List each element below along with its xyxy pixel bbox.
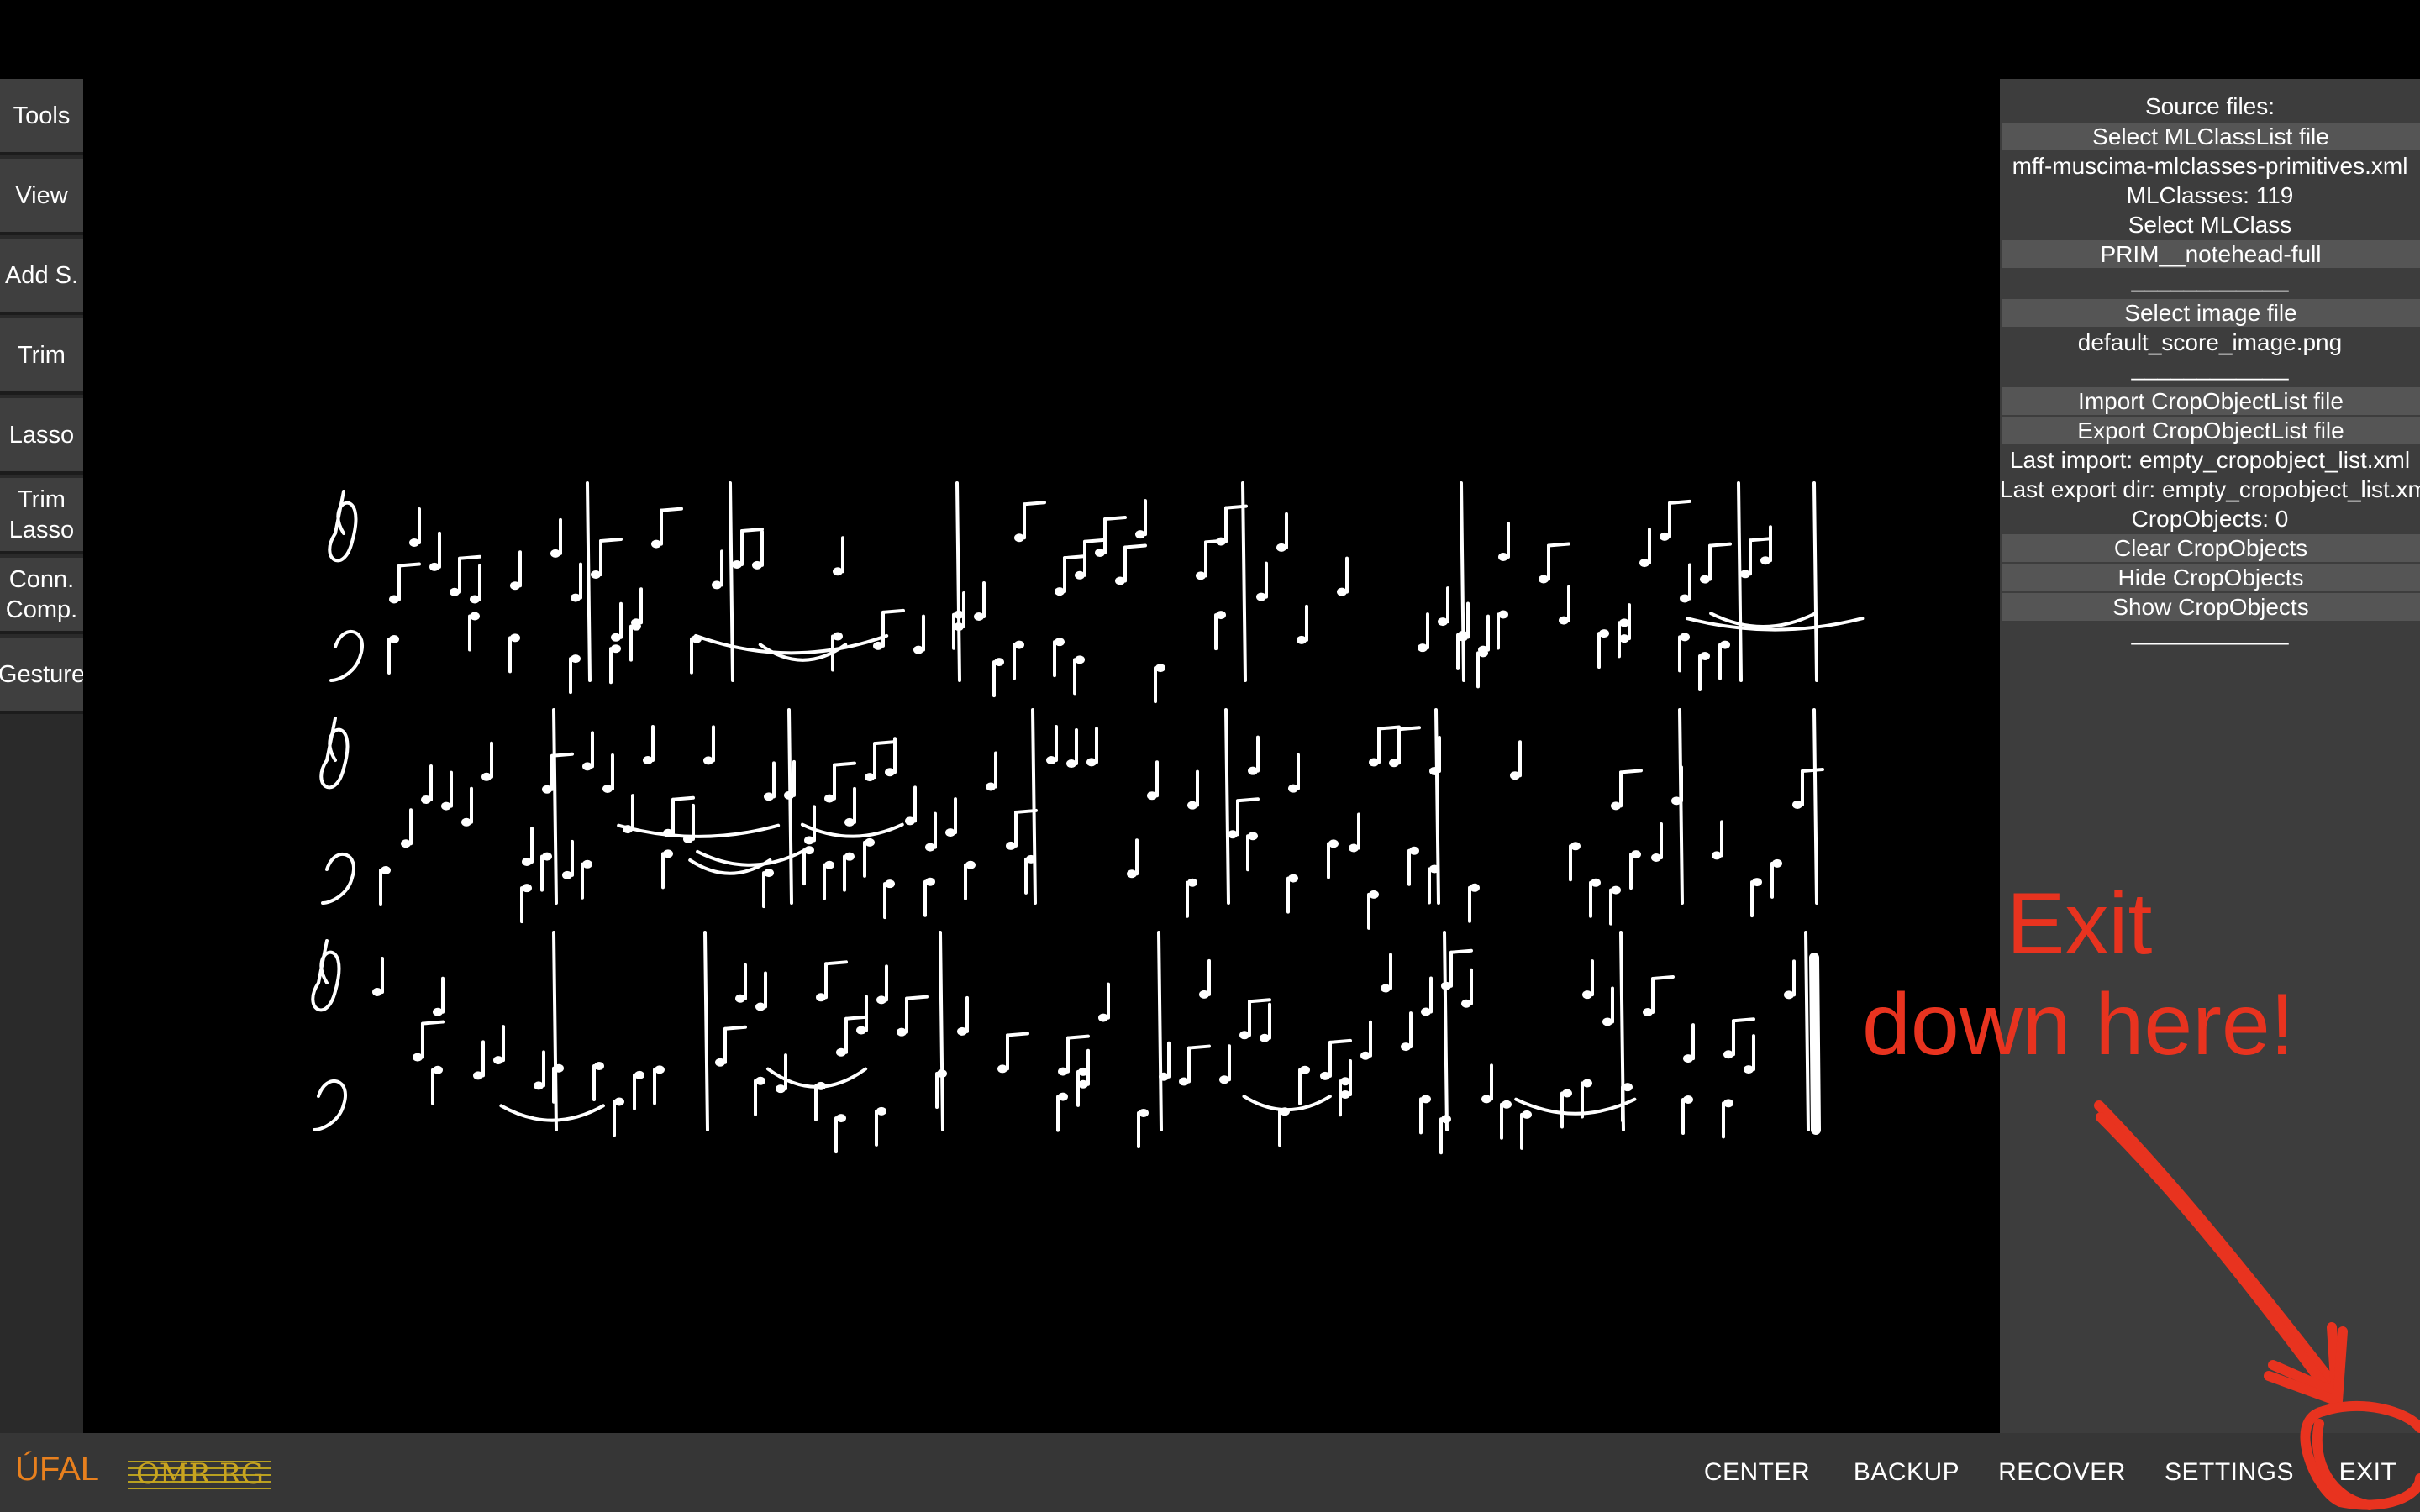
import-cropobjectlist-button[interactable]: Import CropObjectList file [2002, 387, 2420, 415]
bottom-bar: ÚFAL OMR RG CENTER BACKUP RECOVER SETTIN… [0, 1433, 2420, 1512]
image-filename: default_score_image.png [2077, 329, 2343, 355]
center-button[interactable]: CENTER [1694, 1433, 1820, 1512]
select-mlclasslist-button[interactable]: Select MLClassList file [2002, 123, 2420, 150]
separator-3: ____________ [2131, 619, 2289, 645]
exit-button[interactable]: EXIT [2316, 1433, 2420, 1512]
separator-2: ____________ [2131, 354, 2289, 381]
show-cropobjects-button[interactable]: Show CropObjects [2002, 593, 2420, 621]
recover-button[interactable]: RECOVER [1995, 1433, 2129, 1512]
omr-rg-logo: OMR RG [128, 1457, 271, 1491]
last-import-status: Last import: empty_cropobject_list.xml [2009, 447, 2411, 473]
select-mlclass-label: Select MLClass [2128, 212, 2292, 238]
mlclasslist-filename: mff-muscima-mlclasses-primitives.xml [2012, 153, 2408, 179]
tool-button-tools[interactable]: Tools [0, 79, 83, 155]
tool-button-conn-comp[interactable]: Conn. Comp. [0, 558, 83, 634]
tool-button-gesture[interactable]: Gesture [0, 638, 85, 714]
tool-button-trim-lasso[interactable]: Trim Lasso [0, 478, 83, 554]
settings-button[interactable]: SETTINGS [2158, 1433, 2301, 1512]
source-files-heading: Source files: [2144, 93, 2275, 119]
hide-cropobjects-button[interactable]: Hide CropObjects [2002, 564, 2420, 591]
last-export-dir-status: Last export dir: empty_cropobject_list.x… [2000, 476, 2420, 502]
export-cropobjectlist-button[interactable]: Export CropObjectList file [2002, 417, 2420, 444]
score-canvas[interactable] [83, 0, 2000, 1433]
tool-button-trim[interactable]: Trim [0, 318, 83, 395]
backup-button[interactable]: BACKUP [1845, 1433, 1968, 1512]
select-image-button[interactable]: Select image file [2002, 299, 2420, 327]
clear-cropobjects-button[interactable]: Clear CropObjects [2002, 534, 2420, 562]
tool-button-lasso[interactable]: Lasso [0, 398, 83, 475]
separator-1: ____________ [2131, 266, 2289, 292]
omr-logo-text: OMR RG [136, 1457, 264, 1491]
ufal-logo: ÚFAL [15, 1450, 99, 1488]
cropobjects-count: CropObjects: 0 [2131, 506, 2289, 532]
mlclasses-count: MLClasses: 119 [2126, 182, 2294, 208]
left-toolbar: Tools View Add S. Trim Lasso Trim Lasso … [0, 79, 85, 1433]
tool-button-add-s[interactable]: Add S. [0, 239, 83, 315]
right-control-panel: Source files: Select MLClassList file mf… [2000, 79, 2420, 1433]
ufal-logo-text: ÚFAL [15, 1450, 99, 1488]
mlclass-dropdown[interactable]: PRIM__notehead-full [2002, 240, 2420, 268]
handwritten-score-image [311, 481, 1865, 1155]
tool-button-view[interactable]: View [0, 159, 83, 235]
